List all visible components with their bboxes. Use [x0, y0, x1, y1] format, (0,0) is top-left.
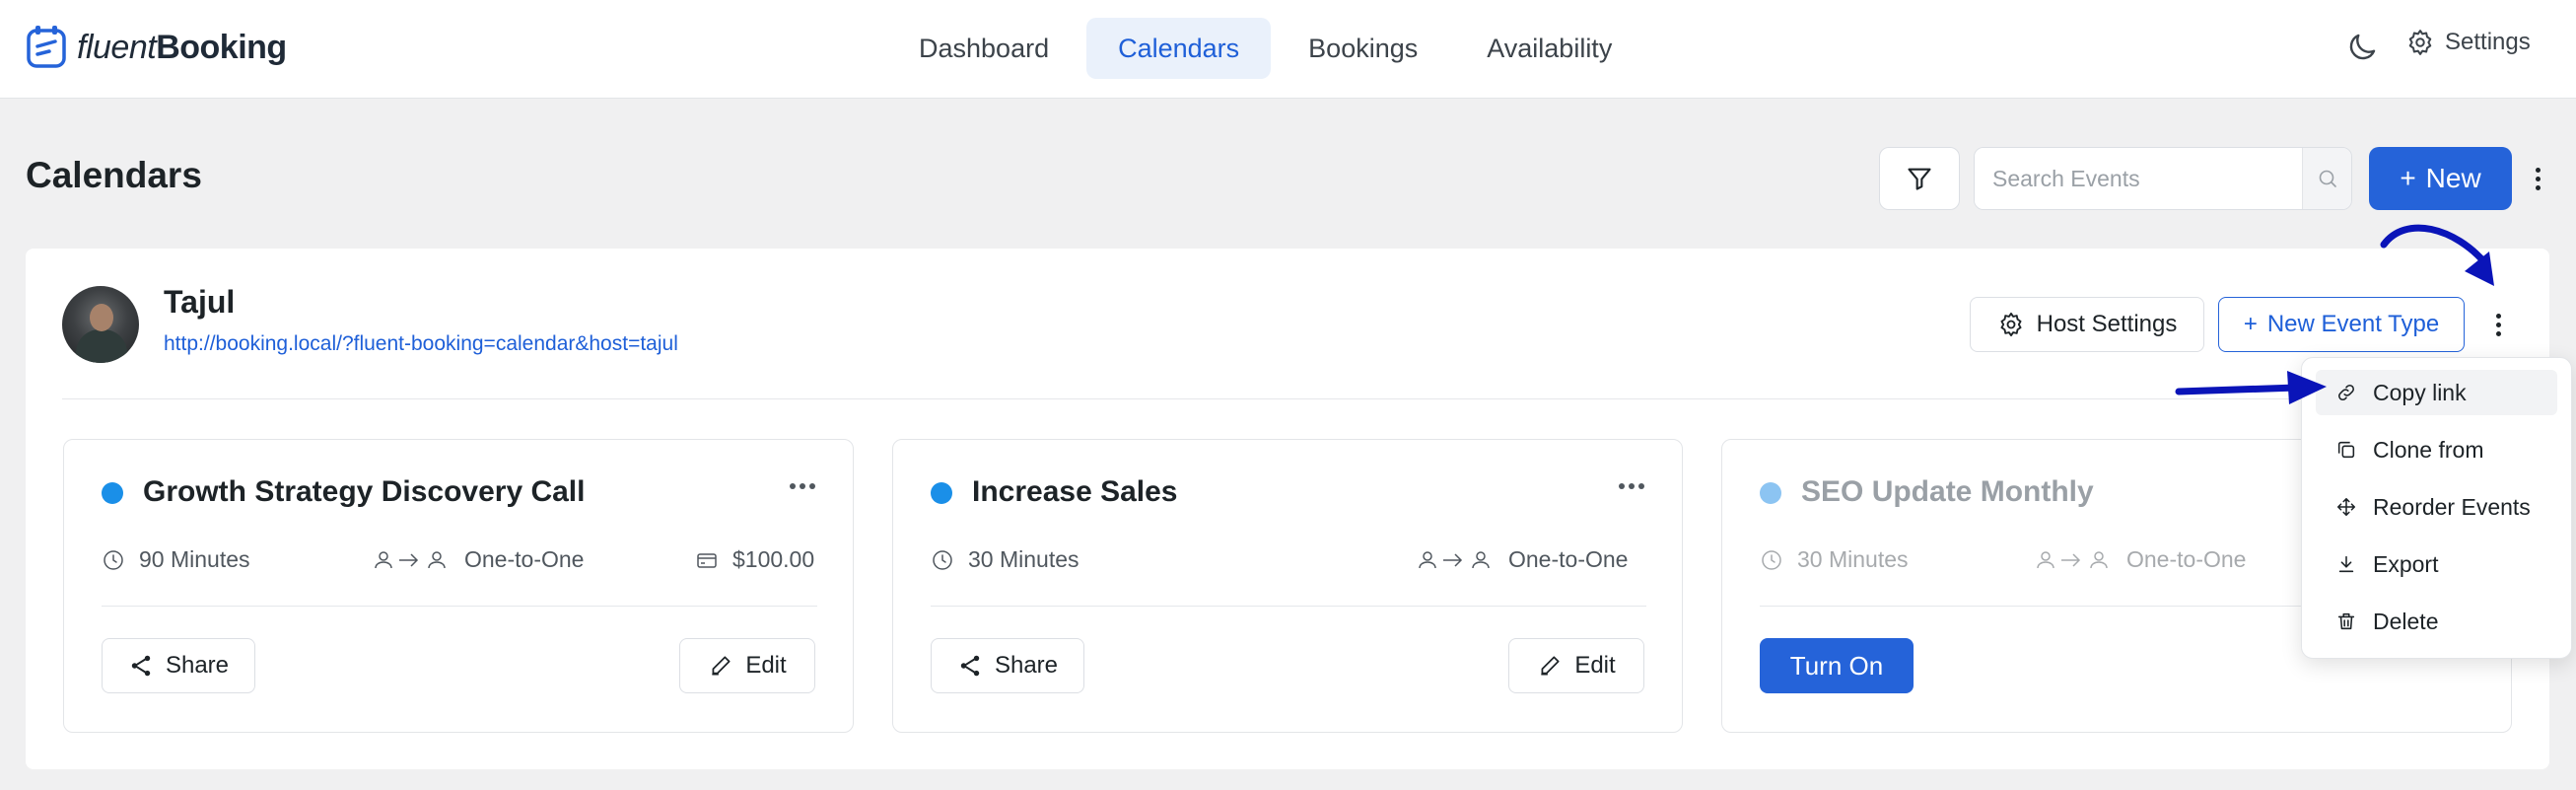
edit-button[interactable]: Edit [1508, 638, 1644, 693]
clock-icon [1762, 549, 1781, 570]
new-button[interactable]: + New [2369, 147, 2512, 210]
one-to-one-icon [375, 550, 446, 568]
host-calendar-url[interactable]: http://booking.local/?fluent-booking=cal… [164, 332, 678, 356]
event-duration: 90 Minutes [102, 546, 250, 573]
share-button[interactable]: Share [931, 638, 1084, 693]
search-events [1974, 147, 2352, 210]
app-logo[interactable]: fluentBooking [26, 25, 287, 70]
menu-item-label: Copy link [2373, 379, 2467, 405]
menu-item-label: Reorder Events [2373, 493, 2531, 520]
clone-icon [2337, 441, 2355, 459]
status-indicator [1760, 482, 1781, 504]
share-label: Share [994, 652, 1059, 679]
menu-item-reorder-events[interactable]: Reorder Events [2316, 484, 2557, 530]
menu-item-label: Export [2373, 550, 2439, 577]
gear-icon [2408, 30, 2432, 55]
new-button-label: New [2425, 163, 2481, 193]
host-name: Tajul [164, 284, 236, 320]
trash-icon [2337, 612, 2355, 630]
duration-text: 30 Minutes [968, 546, 1079, 572]
clock-icon [104, 549, 123, 570]
gear-icon [2000, 312, 2022, 337]
one-to-one-icon [2037, 550, 2108, 568]
fluent-booking-logo-icon [27, 26, 66, 68]
search-icon [2319, 170, 2336, 187]
event-type: One-to-One [1416, 546, 1628, 573]
turn-on-button[interactable]: Turn On [1760, 638, 1914, 693]
share-icon [131, 655, 151, 677]
menu-item-copy-link[interactable]: Copy link [2316, 370, 2557, 415]
edit-label: Edit [1574, 652, 1616, 679]
nav-dashboard[interactable]: Dashboard [887, 18, 1080, 79]
credit-card-icon [697, 552, 717, 568]
share-button[interactable]: Share [102, 638, 255, 693]
divider [62, 398, 2513, 399]
new-event-type-button[interactable]: + New Event Type [2218, 297, 2465, 352]
event-price: $100.00 [695, 546, 814, 573]
price-text: $100.00 [732, 546, 815, 572]
event-type: One-to-One [2034, 546, 2246, 573]
filter-icon [1908, 168, 1931, 190]
download-icon [2338, 555, 2354, 573]
status-indicator [931, 482, 952, 504]
menu-item-label: Clone from [2373, 436, 2484, 463]
divider [931, 606, 1646, 607]
page-title: Calendars [26, 155, 202, 195]
edit-button[interactable]: Edit [679, 638, 815, 693]
pencil-icon [712, 656, 731, 676]
host-options-dropdown: Copy link Clone from Reorder Events Expo… [2301, 357, 2572, 659]
main-nav: Dashboard Calendars Bookings Availabilit… [887, 18, 1643, 79]
divider [102, 606, 817, 607]
event-more-options-button[interactable] [1619, 483, 1644, 489]
menu-item-clone-from[interactable]: Clone from [2316, 427, 2557, 472]
search-input[interactable] [1975, 148, 2302, 209]
settings-label: Settings [2445, 29, 2531, 55]
move-icon [2336, 497, 2356, 517]
search-button[interactable] [2302, 148, 2351, 209]
new-event-type-label: New Event Type [2266, 311, 2440, 337]
host-calendar-panel: Tajul http://booking.local/?fluent-booki… [26, 249, 2549, 769]
event-title[interactable]: Increase Sales [972, 475, 1178, 509]
nav-calendars[interactable]: Calendars [1086, 18, 1272, 79]
link-icon [2338, 385, 2354, 400]
event-more-options-button[interactable] [790, 483, 815, 489]
share-icon [960, 655, 980, 677]
pencil-icon [1541, 656, 1560, 676]
avatar [62, 286, 139, 363]
event-card[interactable]: Increase Sales 30 Minutes One-to-One Sha… [892, 439, 1683, 733]
moon-icon[interactable] [2344, 30, 2380, 65]
event-card[interactable]: Growth Strategy Discovery Call 90 Minute… [63, 439, 854, 733]
nav-bookings[interactable]: Bookings [1277, 18, 1449, 79]
filter-button[interactable] [1879, 147, 1960, 210]
duration-text: 90 Minutes [139, 546, 250, 572]
event-duration: 30 Minutes [931, 546, 1079, 573]
top-navigation-bar: fluentBooking Dashboard Calendars Bookin… [0, 0, 2576, 99]
settings-link[interactable]: Settings [2405, 28, 2531, 57]
nav-availability[interactable]: Availability [1455, 18, 1643, 79]
host-more-options-button[interactable] [2488, 309, 2508, 340]
plus-icon: + [2243, 311, 2258, 337]
one-to-one-icon [1419, 550, 1490, 568]
event-title[interactable]: Growth Strategy Discovery Call [143, 475, 585, 509]
page-more-options-button[interactable] [2528, 161, 2547, 196]
menu-item-export[interactable]: Export [2316, 541, 2557, 587]
plus-icon: + [2400, 163, 2416, 193]
type-text: One-to-One [1508, 546, 1629, 572]
duration-text: 30 Minutes [1797, 546, 1909, 572]
event-duration: 30 Minutes [1760, 546, 1909, 573]
type-text: One-to-One [2126, 546, 2247, 572]
clock-icon [933, 549, 952, 570]
host-settings-label: Host Settings [2036, 311, 2178, 337]
menu-item-label: Delete [2373, 608, 2439, 634]
edit-label: Edit [745, 652, 787, 679]
share-label: Share [165, 652, 230, 679]
brand-name: fluentBooking [77, 28, 287, 66]
event-type: One-to-One [372, 546, 584, 573]
type-text: One-to-One [464, 546, 585, 572]
status-indicator [102, 482, 123, 504]
menu-item-delete[interactable]: Delete [2316, 599, 2557, 644]
event-title[interactable]: SEO Update Monthly [1801, 475, 2094, 509]
host-settings-button[interactable]: Host Settings [1970, 297, 2204, 352]
